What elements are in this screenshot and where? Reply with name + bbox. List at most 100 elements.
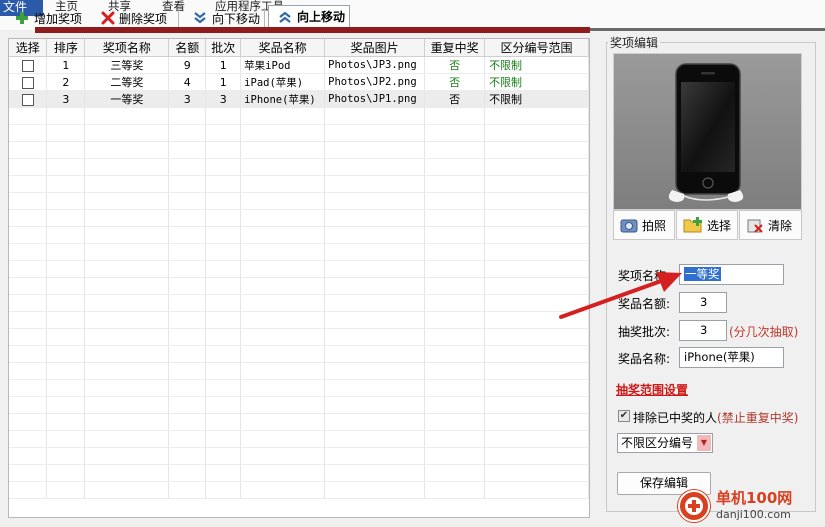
- row-checkbox-cell[interactable]: [9, 56, 48, 74]
- empty-cell: [324, 158, 426, 176]
- empty-cell: [9, 107, 48, 125]
- award-name-input[interactable]: 一等奖: [679, 264, 784, 285]
- empty-cell: [84, 192, 170, 210]
- col-header-repeat-win[interactable]: 重复中奖: [424, 39, 486, 57]
- empty-cell: [484, 209, 589, 227]
- exclude-winners-label[interactable]: 排除已中奖的人(禁止重复中奖): [633, 409, 798, 426]
- empty-cell: [240, 141, 326, 159]
- batch-input[interactable]: 3: [679, 320, 727, 341]
- empty-cell: [9, 362, 48, 380]
- toolbar-underline-bar: [35, 27, 590, 33]
- empty-cell: [84, 158, 170, 176]
- empty-cell: [84, 413, 170, 431]
- empty-cell: [484, 362, 589, 380]
- empty-cell: [424, 124, 486, 142]
- empty-cell: [46, 328, 86, 346]
- repeat-win-cell: 否: [424, 73, 486, 91]
- empty-cell: [484, 430, 589, 448]
- empty-cell: [84, 362, 170, 380]
- chevron-down-icon[interactable]: ▼: [697, 435, 711, 451]
- zone-range-cell: 不限制: [484, 90, 589, 108]
- table-row[interactable]: 2 二等奖 4 1 iPad(苹果) Photos\JP2.png 否 不限制: [9, 73, 589, 91]
- empty-cell: [84, 464, 170, 482]
- award-name-cell: 一等奖: [84, 90, 170, 108]
- empty-cell: [484, 107, 589, 125]
- exclude-winners-checkbox[interactable]: ✔: [618, 410, 630, 422]
- empty-cell: [168, 464, 207, 482]
- empty-cell: [9, 345, 48, 363]
- empty-table-row: [9, 396, 589, 414]
- clear-image-label: 清除: [768, 218, 793, 233]
- empty-cell: [46, 447, 86, 465]
- prize-image-cell: Photos\JP1.png: [324, 90, 426, 108]
- empty-cell: [168, 209, 207, 227]
- empty-cell: [324, 260, 426, 278]
- award-grid[interactable]: 选择 排序 奖项名称 名额 批次 奖品名称 奖品图片 重复中奖 区分编号范围 1…: [8, 38, 590, 518]
- table-row[interactable]: 1 三等奖 9 1 苹果iPod Photos\JP3.png 否 不限制: [9, 56, 589, 74]
- col-header-prize-name[interactable]: 奖品名称: [240, 39, 326, 57]
- empty-cell: [484, 141, 589, 159]
- zone-select[interactable]: 不限区分编号 ▼: [617, 433, 713, 453]
- col-header-order[interactable]: 排序: [46, 39, 86, 57]
- empty-cell: [46, 124, 86, 142]
- empty-cell: [424, 141, 486, 159]
- col-header-batch[interactable]: 批次: [205, 39, 242, 57]
- empty-cell: [84, 294, 170, 312]
- col-header-quota[interactable]: 名额: [168, 39, 207, 57]
- row-checkbox[interactable]: [21, 93, 34, 106]
- empty-cell: [46, 243, 86, 261]
- row-checkbox-cell[interactable]: [9, 73, 48, 91]
- add-award-label: 增加奖项: [34, 11, 83, 26]
- delete-x-icon: [101, 11, 115, 25]
- watermark-url: danji100.com: [716, 508, 791, 521]
- empty-cell: [84, 243, 170, 261]
- col-header-zone-range[interactable]: 区分编号范围: [484, 39, 589, 57]
- empty-cell: [240, 175, 326, 193]
- col-header-prize-image[interactable]: 奖品图片: [324, 39, 426, 57]
- empty-cell: [84, 124, 170, 142]
- empty-cell: [240, 328, 326, 346]
- empty-cell: [9, 141, 48, 159]
- clear-image-button[interactable]: 清除: [739, 210, 802, 240]
- col-header-select[interactable]: 选择: [9, 39, 48, 57]
- move-up-label: 向上移动: [297, 10, 346, 24]
- prize-name-input[interactable]: iPhone(苹果): [679, 347, 784, 368]
- empty-cell: [240, 481, 326, 499]
- col-header-award-name[interactable]: 奖项名称: [84, 39, 170, 57]
- row-checkbox[interactable]: [21, 76, 34, 89]
- row-checkbox-cell[interactable]: [9, 90, 48, 108]
- empty-table-row: [9, 294, 589, 312]
- empty-cell: [484, 481, 589, 499]
- empty-cell: [484, 328, 589, 346]
- empty-table-row: [9, 345, 589, 363]
- delete-award-button[interactable]: 删除奖项: [101, 7, 167, 29]
- empty-table-row: [9, 481, 589, 499]
- move-down-button[interactable]: 向下移动: [192, 7, 260, 29]
- plus-icon: [16, 12, 28, 24]
- empty-cell: [168, 175, 207, 193]
- select-image-button[interactable]: 选择: [676, 210, 738, 240]
- row-checkbox[interactable]: [21, 59, 34, 72]
- take-photo-button[interactable]: 拍照: [613, 210, 675, 240]
- quota-input[interactable]: 3: [679, 292, 727, 313]
- table-row-selected[interactable]: 3 一等奖 3 3 iPhone(苹果) Photos\JP1.png 否 不限…: [9, 90, 589, 108]
- empty-cell: [46, 345, 86, 363]
- empty-table-row: [9, 260, 589, 278]
- empty-cell: [324, 209, 426, 227]
- empty-table-row: [9, 362, 589, 380]
- move-up-button[interactable]: 向上移动: [268, 5, 350, 28]
- empty-cell: [324, 277, 426, 295]
- award-name-value: 一等奖: [684, 267, 721, 281]
- empty-table-row: [9, 107, 589, 125]
- empty-cell: [424, 345, 486, 363]
- add-award-button[interactable]: 增加奖项: [14, 7, 82, 29]
- prize-name-label: 奖品名称:: [618, 352, 671, 366]
- camera-icon: [620, 219, 638, 233]
- take-photo-label: 拍照: [642, 218, 667, 233]
- empty-cell: [324, 124, 426, 142]
- delete-award-label: 删除奖项: [119, 11, 168, 26]
- empty-cell: [9, 328, 48, 346]
- empty-cell: [424, 413, 486, 431]
- empty-cell: [484, 464, 589, 482]
- empty-cell: [205, 447, 242, 465]
